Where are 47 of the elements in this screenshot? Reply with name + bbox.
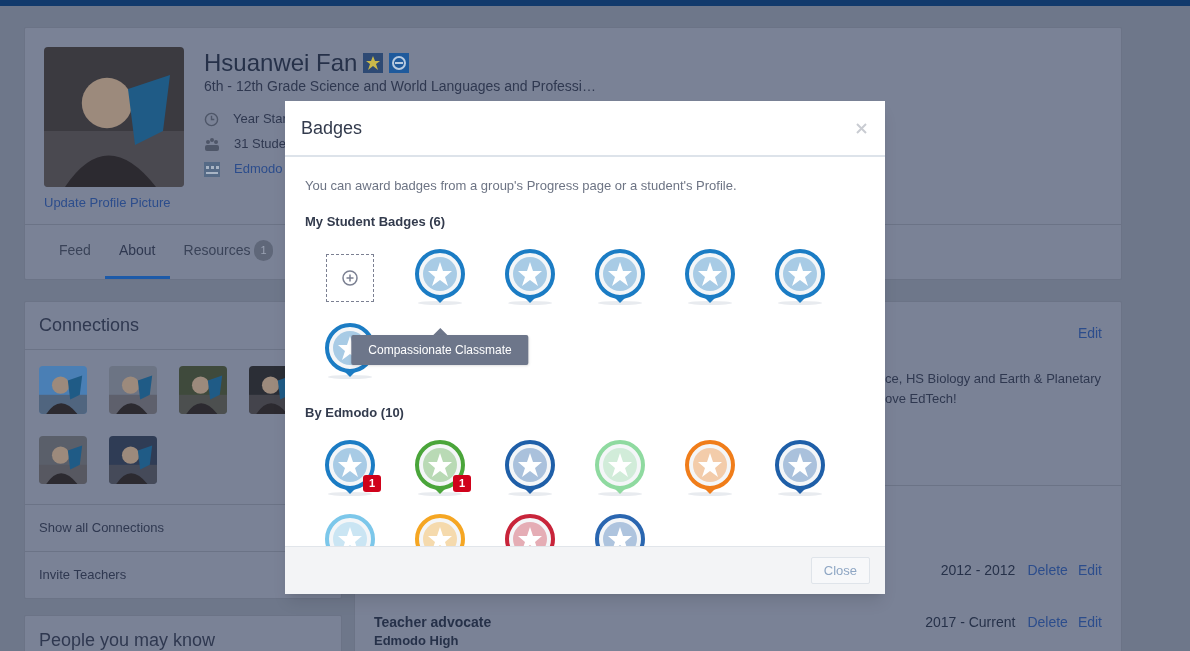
info-text: Year Star (233, 110, 287, 129)
badge-icon[interactable] (773, 248, 827, 306)
count-badge: 1 (452, 475, 471, 492)
badge-icon[interactable] (683, 439, 737, 497)
star-icon (363, 53, 384, 73)
clock-icon (204, 111, 219, 127)
bio-text: ce, HS Biology and Earth & Planetary (885, 370, 1103, 388)
profile-tab[interactable]: Feed (45, 225, 105, 279)
job-dates: 2012 - 2012 (940, 561, 1016, 579)
badge-icon[interactable] (773, 439, 827, 497)
people-icon (204, 136, 220, 152)
dialog-title: Badges (301, 116, 363, 140)
info-text: 31 Stude (234, 135, 287, 154)
card-link[interactable]: Show all Connections (39, 518, 165, 538)
badge-icon[interactable] (503, 248, 557, 306)
badge-icon[interactable] (683, 248, 737, 306)
badge-icon[interactable] (593, 248, 647, 306)
tooltip: Compassionate Classmate (351, 335, 529, 365)
action-link[interactable]: Delete (1027, 613, 1068, 631)
profile-tab[interactable]: About (104, 225, 170, 279)
section-title: By Edmodo (10) (305, 405, 405, 421)
school-link[interactable]: Edmodo (234, 159, 283, 179)
building-icon (204, 161, 220, 177)
profile-name: Hsuanwei Fan (204, 48, 358, 78)
badge-icon[interactable] (413, 439, 467, 497)
action-link[interactable]: Edit (1077, 561, 1102, 579)
count-badge: 1 (254, 240, 273, 261)
bio-text: ove EdTech! (885, 390, 958, 408)
badge-icon[interactable] (413, 248, 467, 306)
badge-icon[interactable] (323, 439, 377, 497)
profile-subtitle: 6th - 12th Grade Science and World Languages and Professi… (204, 77, 596, 96)
card-title: People you may know (39, 630, 216, 650)
action-link[interactable]: Edit (1077, 613, 1102, 631)
card-link[interactable]: Invite Teachers (39, 565, 127, 585)
count-badge: 1 (362, 475, 381, 492)
intro-text: You can award badges from a group's Progress page or a student's Profile. (305, 178, 738, 194)
card-title: Connections (39, 314, 140, 337)
section-title: My Student Badges (6) (305, 214, 447, 230)
action-link[interactable]: Delete (1027, 561, 1068, 579)
edit-link[interactable]: Edit (1077, 323, 1102, 344)
job-org: Edmodo High (374, 632, 460, 650)
badge-icon[interactable] (503, 439, 557, 497)
plus-icon (342, 270, 358, 286)
job-dates: 2017 - Current (925, 613, 1016, 631)
add-badge-button[interactable] (326, 254, 374, 302)
update-picture-link[interactable]: Update Profile Picture (44, 194, 171, 212)
job-title: Teacher advocate (374, 613, 492, 631)
